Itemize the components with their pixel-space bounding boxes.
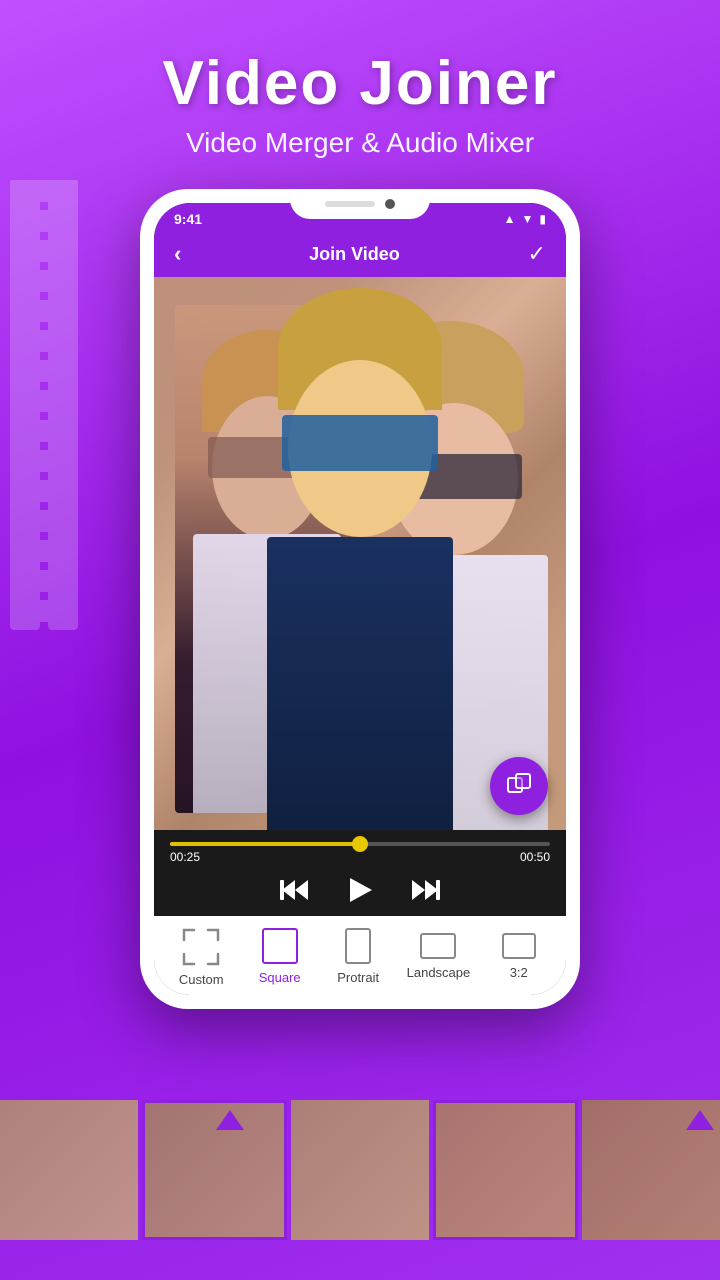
phone-mockup: 9:41 ▲ ▼ ▮ ‹ Join Video ✓ — [0, 189, 720, 1009]
video-area — [154, 277, 566, 830]
phone-frame: 9:41 ▲ ▼ ▮ ‹ Join Video ✓ — [140, 189, 580, 1009]
notch-camera — [385, 199, 395, 209]
progress-track[interactable] — [170, 842, 550, 846]
person-center — [257, 277, 463, 830]
check-button[interactable]: ✓ — [528, 241, 546, 267]
aspect-32[interactable]: 3:2 — [489, 928, 549, 980]
aspect-landscape-label: Landscape — [407, 965, 471, 980]
aspect-custom-label: Custom — [179, 972, 224, 987]
fab-button[interactable] — [490, 757, 548, 815]
fab-icon — [506, 770, 532, 802]
battery-icon: ▮ — [539, 212, 546, 226]
progress-times: 00:25 00:50 — [170, 850, 550, 864]
aspect-portrait-label: Protrait — [337, 970, 379, 985]
video-thumbnail — [154, 277, 566, 830]
aspect-square[interactable]: Square — [250, 928, 310, 985]
toolbar-title: Join Video — [309, 244, 400, 265]
app-toolbar: ‹ Join Video ✓ — [154, 231, 566, 277]
aspect-32-label: 3:2 — [510, 965, 528, 980]
playback-controls — [154, 868, 566, 916]
total-time: 00:50 — [520, 850, 550, 864]
filmstrip-pin-left — [216, 1110, 244, 1130]
aspect-square-label: Square — [259, 970, 301, 985]
filmstrip-pin-right — [686, 1110, 714, 1130]
app-subtitle: Video Merger & Audio Mixer — [0, 127, 720, 159]
skip-back-button[interactable] — [280, 878, 310, 902]
play-button[interactable] — [346, 876, 374, 904]
aspect-custom[interactable]: Custom — [171, 928, 231, 987]
wifi-icon: ▼ — [522, 212, 534, 226]
signal-icon: ▲ — [504, 212, 516, 226]
app-title: Video Joiner — [0, 48, 720, 119]
progress-fill — [170, 842, 360, 846]
aspect-ratio-bar: Custom Square Protrait Landscape — [154, 916, 566, 995]
phone-screen: 9:41 ▲ ▼ ▮ ‹ Join Video ✓ — [154, 203, 566, 995]
filmstrip-pins — [0, 1100, 720, 1140]
skip-forward-button[interactable] — [410, 878, 440, 902]
back-button[interactable]: ‹ — [174, 241, 181, 267]
status-time: 9:41 — [174, 211, 202, 227]
phone-notch — [290, 189, 430, 219]
notch-speaker — [325, 201, 375, 207]
current-time: 00:25 — [170, 850, 200, 864]
aspect-portrait[interactable]: Protrait — [328, 928, 388, 985]
aspect-landscape[interactable]: Landscape — [407, 928, 471, 980]
progress-container: 00:25 00:50 — [154, 830, 566, 868]
app-header: Video Joiner Video Merger & Audio Mixer — [0, 0, 720, 159]
status-icons: ▲ ▼ ▮ — [504, 212, 546, 226]
progress-thumb[interactable] — [352, 836, 368, 852]
